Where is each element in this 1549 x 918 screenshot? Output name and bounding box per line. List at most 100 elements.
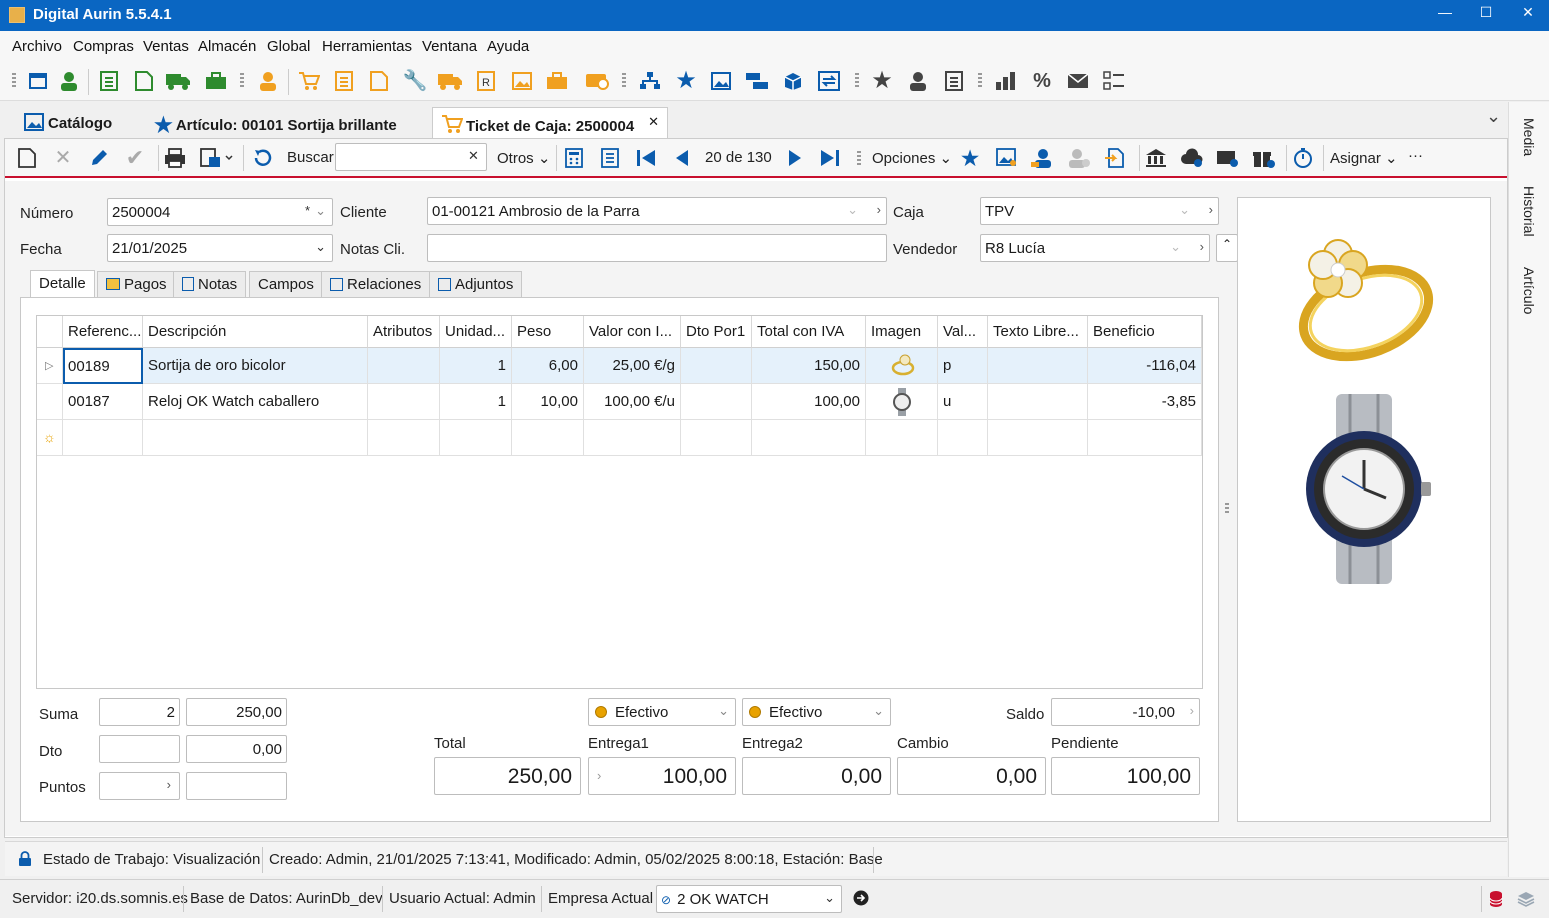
tab-catalog[interactable]: Catálogo — [16, 107, 122, 138]
tab-ticket[interactable]: Ticket de Caja: 2500004 ✕ — [432, 107, 668, 138]
percent-icon[interactable]: % — [1030, 69, 1054, 93]
grid-cell-ref[interactable]: 00187 — [63, 384, 143, 420]
company-select[interactable]: ⊘ 2 OK WATCH ⌄ — [656, 885, 842, 913]
menu-global[interactable]: Global — [267, 38, 310, 55]
more-options-icon[interactable]: ··· — [1408, 147, 1423, 164]
new-row-cell[interactable] — [938, 420, 988, 456]
grid-cell-image[interactable] — [866, 384, 938, 420]
total-field[interactable]: 250,00 — [434, 757, 581, 795]
next-record-icon[interactable] — [783, 146, 807, 170]
grid-cell-val[interactable]: u — [938, 384, 988, 420]
print-icon[interactable] — [163, 146, 187, 170]
saldo-field[interactable]: -10,00 › — [1051, 698, 1200, 726]
highlight-star-icon[interactable]: ★ — [958, 146, 982, 170]
column-header[interactable]: Val... — [938, 316, 988, 348]
date-chevron-icon[interactable]: ⌄ — [315, 239, 326, 255]
grid-cell-total[interactable]: 150,00 — [752, 348, 866, 384]
grid-cell-units[interactable]: 1 — [440, 348, 512, 384]
report-icon[interactable] — [942, 69, 966, 93]
add-ticket-icon[interactable] — [1216, 146, 1240, 170]
tabs-overflow-icon[interactable]: ⌄ — [1486, 106, 1501, 127]
subtab-notas[interactable]: Notas — [173, 271, 247, 297]
chevron-down-icon[interactable]: ⌄ — [1170, 239, 1181, 255]
column-header[interactable]: Atributos — [368, 316, 440, 348]
calculator-icon[interactable] — [562, 146, 586, 170]
grid-cell-attr[interactable] — [368, 348, 440, 384]
purchase-briefcase-icon[interactable] — [545, 69, 569, 93]
mail-icon[interactable] — [1066, 69, 1090, 93]
row-selector[interactable] — [37, 384, 63, 420]
chevron-right-icon[interactable]: › — [1200, 239, 1204, 254]
grid-cell-units[interactable]: 1 — [440, 384, 512, 420]
chevron-down-icon[interactable]: ⌄ — [718, 703, 729, 719]
new-row-cell[interactable] — [63, 420, 143, 456]
chevron-right-icon[interactable]: › — [877, 202, 881, 217]
new-row-cell[interactable] — [143, 420, 368, 456]
star-icon[interactable]: ★ — [674, 69, 698, 93]
grid-cell-profit[interactable]: -3,85 — [1088, 384, 1202, 420]
user-icon[interactable] — [906, 69, 930, 93]
edit-pencil-icon[interactable] — [87, 146, 111, 170]
menu-herramientas[interactable]: Herramientas — [322, 38, 412, 55]
menu-almacen[interactable]: Almacén — [198, 38, 256, 55]
new-row-cell[interactable] — [681, 420, 752, 456]
pendiente-field[interactable]: 100,00 — [1051, 757, 1200, 795]
catalog-image-icon[interactable] — [709, 69, 733, 93]
chevron-right-icon[interactable]: › — [1190, 703, 1194, 718]
bank-icon[interactable] — [1144, 146, 1168, 170]
image-edit-icon[interactable] — [995, 146, 1019, 170]
grid-cell-attr[interactable] — [368, 384, 440, 420]
gift-icon[interactable] — [1252, 146, 1276, 170]
delivery-truck-icon[interactable] — [166, 69, 190, 93]
database-icon[interactable] — [1489, 890, 1503, 912]
cambio-field[interactable]: 0,00 — [897, 757, 1046, 795]
column-header[interactable]: Unidad... — [440, 316, 512, 348]
export-document-icon[interactable] — [1103, 146, 1127, 170]
purchase-document-icon[interactable] — [332, 69, 356, 93]
dto-amount-field[interactable]: 0,00 — [186, 735, 287, 763]
supplier-icon[interactable] — [256, 69, 280, 93]
subtab-detalle[interactable]: Detalle — [30, 270, 95, 298]
side-tab-articulo[interactable]: Artículo — [1521, 267, 1537, 314]
grid-cell-desc[interactable]: Reloj OK Watch caballero — [143, 384, 368, 420]
entrega1-field[interactable]: › 100,00 — [588, 757, 736, 795]
grid-cell-value[interactable]: 100,00 €/u — [584, 384, 681, 420]
column-header[interactable]: Imagen — [866, 316, 938, 348]
minimize-button[interactable]: — — [1430, 4, 1460, 26]
grid-cell-ref[interactable]: 00189 — [63, 348, 143, 384]
briefcase-icon[interactable] — [204, 69, 228, 93]
chevron-down-icon[interactable]: ⌄ — [847, 202, 858, 218]
grid-cell-dto[interactable] — [681, 348, 752, 384]
grid-cell-val[interactable]: p — [938, 348, 988, 384]
dto-qty-field[interactable] — [99, 735, 180, 763]
splitter-grip[interactable] — [1225, 503, 1229, 515]
others-dropdown[interactable]: Otros ⌄ — [497, 149, 550, 167]
chevron-right-icon[interactable]: › — [167, 777, 171, 792]
transfer-icon[interactable] — [817, 69, 841, 93]
shopping-cart-icon[interactable] — [297, 69, 321, 93]
new-row-cell[interactable] — [512, 420, 584, 456]
close-window-button[interactable]: ✕ — [1513, 4, 1543, 26]
previous-record-icon[interactable] — [670, 146, 694, 170]
wrench-icon[interactable]: 🔧 — [403, 69, 428, 93]
toolbar-grip[interactable] — [12, 73, 16, 89]
picture-icon[interactable] — [510, 69, 534, 93]
assign-dropdown[interactable]: Asignar ⌄ — [1330, 149, 1398, 167]
side-tab-media[interactable]: Media — [1521, 118, 1537, 156]
grid-cell-image[interactable] — [866, 348, 938, 384]
customer-icon[interactable] — [57, 69, 81, 93]
suma-amount-field[interactable]: 250,00 — [186, 698, 287, 726]
window-icon[interactable] — [26, 69, 50, 93]
new-row-cell[interactable] — [368, 420, 440, 456]
box-icon[interactable] — [781, 69, 805, 93]
search-input[interactable] — [335, 143, 487, 171]
subtab-adjuntos[interactable]: Adjuntos — [429, 271, 523, 297]
vendedor-field[interactable]: R8 Lucía ⌄ › — [980, 234, 1210, 262]
subtab-campos[interactable]: Campos — [249, 271, 323, 297]
grid-cell-profit[interactable]: -116,04 — [1088, 348, 1202, 384]
search-clear-icon[interactable]: ✕ — [468, 148, 479, 164]
layers-icon[interactable] — [1517, 890, 1535, 912]
options-dropdown[interactable]: Opciones ⌄ — [872, 149, 952, 167]
new-document-icon[interactable] — [132, 69, 156, 93]
menu-ventana[interactable]: Ventana — [422, 38, 477, 55]
